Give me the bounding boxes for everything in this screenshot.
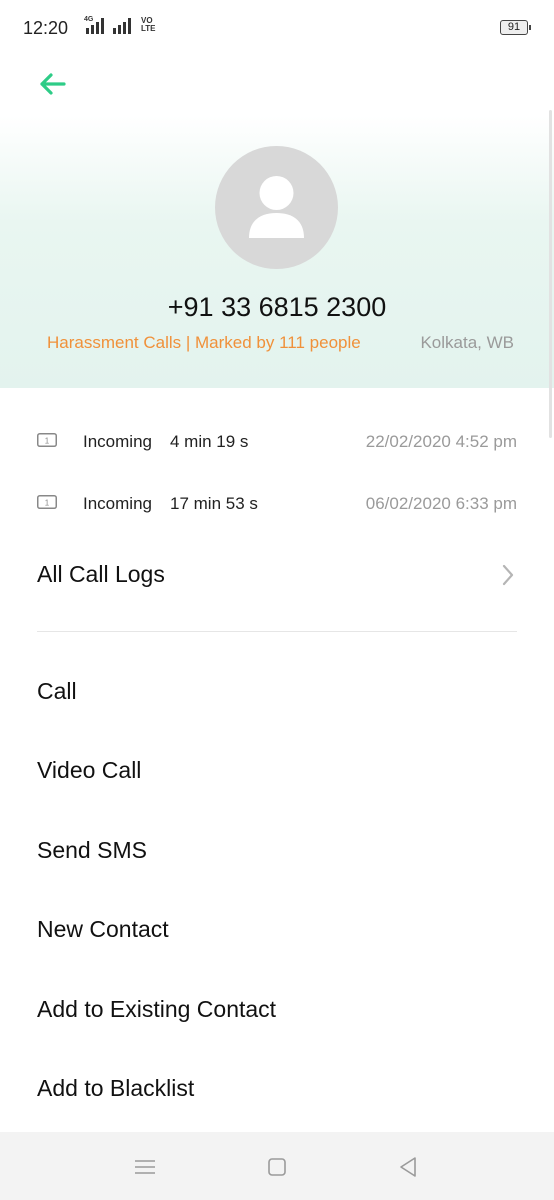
call-type: Incoming	[83, 494, 152, 513]
call-label: Call	[37, 678, 77, 704]
person-icon	[249, 176, 304, 238]
volte-icon: VO LTE	[141, 16, 156, 33]
sim-card-icon: 1	[37, 433, 57, 447]
sim-number: 1	[45, 437, 50, 446]
send-sms-label: Send SMS	[37, 837, 147, 863]
phone-number: +91 33 6815 2300	[167, 292, 387, 322]
call-log-row[interactable]: 1 Incoming 17 min 53 s 06/02/2020 6:33 p…	[0, 485, 554, 525]
divider	[37, 631, 517, 632]
arrow-left-icon	[40, 73, 66, 95]
status-time: 12:20	[23, 18, 69, 38]
back-button[interactable]	[34, 64, 74, 104]
chevron-right-icon	[502, 564, 514, 586]
home-square-icon[interactable]	[262, 1152, 292, 1182]
call-datetime: 06/02/2020 6:33 pm	[365, 494, 517, 513]
call-button[interactable]: Call	[0, 665, 554, 721]
triangle-back-icon[interactable]	[393, 1152, 423, 1182]
battery-level: 91	[507, 21, 521, 33]
add-to-existing-contact-label: Add to Existing Contact	[37, 996, 277, 1022]
call-log-row[interactable]: 1 Incoming 4 min 19 s 22/02/2020 4:52 pm	[0, 423, 554, 463]
new-contact-button[interactable]: New Contact	[0, 903, 554, 959]
navigation-bar	[0, 1132, 554, 1200]
contact-header: +91 33 6815 2300 Harassment Calls | Mark…	[0, 56, 554, 388]
sim-number: 1	[45, 499, 50, 508]
add-to-blacklist-button[interactable]: Add to Blacklist	[0, 1062, 554, 1118]
send-sms-button[interactable]: Send SMS	[0, 824, 554, 880]
call-type: Incoming	[83, 432, 152, 451]
all-call-logs-label: All Call Logs	[37, 561, 165, 587]
add-to-existing-contact-button[interactable]: Add to Existing Contact	[0, 983, 554, 1039]
spam-tag: Harassment Calls | Marked by 111 people	[47, 333, 361, 352]
new-contact-label: New Contact	[37, 916, 169, 942]
battery-icon: 91	[500, 20, 531, 35]
video-call-button[interactable]: Video Call	[0, 744, 554, 800]
call-datetime: 22/02/2020 4:52 pm	[365, 432, 517, 451]
call-duration: 17 min 53 s	[170, 494, 258, 513]
scrollbar[interactable]	[549, 110, 552, 438]
all-call-logs-row[interactable]: All Call Logs	[0, 552, 554, 600]
location-label: Kolkata, WB	[420, 333, 514, 352]
sim-card-icon: 1	[37, 495, 57, 509]
signal-strength-icon	[86, 18, 104, 34]
contact-detail-screen: 12:20 4G VO LTE 91 +91 33 6815 2300 Hara…	[0, 0, 554, 1200]
call-duration: 4 min 19 s	[170, 432, 249, 451]
status-bar: 12:20 4G VO LTE 91	[0, 0, 554, 56]
signal-strength-icon-2	[113, 18, 131, 34]
avatar	[215, 146, 338, 269]
menu-icon[interactable]	[130, 1152, 160, 1182]
video-call-label: Video Call	[37, 757, 142, 783]
add-to-blacklist-label: Add to Blacklist	[37, 1075, 195, 1101]
